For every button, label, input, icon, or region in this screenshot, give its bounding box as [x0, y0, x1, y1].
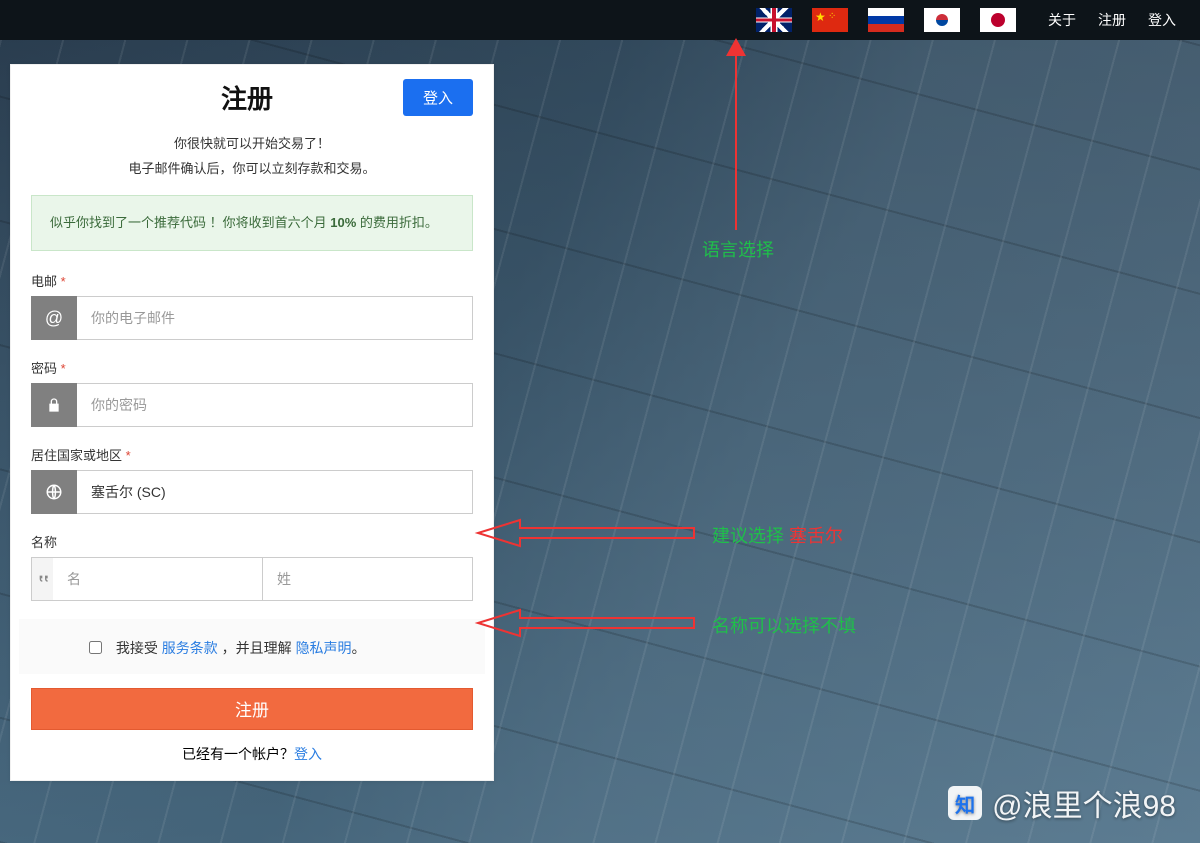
flag-jp[interactable]	[980, 8, 1016, 32]
name-field: 名称	[31, 532, 473, 601]
email-input[interactable]	[77, 296, 473, 340]
topbar: 关于 注册 登入	[0, 0, 1200, 40]
login-button-top[interactable]: 登入	[403, 79, 473, 116]
name-label: 名称	[31, 532, 473, 551]
country-label: 居住国家或地区	[31, 448, 122, 463]
privacy-link[interactable]: 隐私声明	[296, 640, 352, 656]
watermark: 知 @浪里个浪98	[948, 781, 1176, 825]
lastname-input[interactable]	[263, 557, 473, 601]
nav-register[interactable]: 注册	[1098, 10, 1126, 30]
password-label: 密码	[31, 361, 57, 376]
lock-icon	[31, 383, 77, 427]
watermark-text: @浪里个浪98	[992, 781, 1176, 825]
already-login-link[interactable]: 登入	[294, 746, 322, 762]
flag-kr[interactable]	[924, 8, 960, 32]
intro-line2: 电子邮件确认后，你可以立刻存款和交易。	[11, 157, 493, 182]
submit-button[interactable]: 注册	[31, 688, 473, 730]
intro-line1: 你很快就可以开始交易了！	[11, 132, 493, 157]
nav-about[interactable]: 关于	[1048, 10, 1076, 30]
annotation-arrow-name	[478, 608, 698, 638]
card-title: 注册	[31, 79, 403, 116]
terms-box: 我接受 服务条款 ，并且理解 隐私声明。	[19, 619, 485, 673]
annotation-name-optional: 名称可以选择不填	[712, 612, 856, 638]
annotation-arrow-up	[735, 40, 737, 230]
language-flags	[756, 8, 1016, 32]
country-field: 居住国家或地区 *	[31, 445, 473, 514]
flag-uk[interactable]	[756, 8, 792, 32]
at-icon: @	[31, 296, 77, 340]
annotation-arrow-country	[478, 518, 698, 548]
intro-text: 你很快就可以开始交易了！ 电子邮件确认后，你可以立刻存款和交易。	[11, 126, 493, 195]
quote-icon	[31, 557, 53, 601]
nav-login[interactable]: 登入	[1148, 10, 1176, 30]
terms-checkbox[interactable]	[89, 641, 102, 654]
annotation-language: 语言选择	[702, 236, 774, 262]
email-field: 电邮 * @	[31, 271, 473, 340]
email-label: 电邮	[31, 274, 57, 289]
already-have-account: 已经有一个帐户？登入	[11, 730, 493, 768]
country-input[interactable]	[77, 470, 473, 514]
password-input[interactable]	[77, 383, 473, 427]
promo-banner: 似乎你找到了一个推荐代码 ！你将收到首六个月 10% 的费用折扣。	[31, 195, 473, 251]
zhihu-logo-icon: 知	[948, 786, 982, 820]
register-card: 注册 登入 你很快就可以开始交易了！ 电子邮件确认后，你可以立刻存款和交易。 似…	[10, 64, 494, 781]
globe-icon	[31, 470, 77, 514]
flag-cn[interactable]	[812, 8, 848, 32]
terms-link[interactable]: 服务条款	[162, 640, 218, 656]
flag-ru[interactable]	[868, 8, 904, 32]
annotation-suggest: 建议选择 塞舌尔	[712, 522, 843, 548]
password-field: 密码 *	[31, 358, 473, 427]
firstname-input[interactable]	[53, 557, 263, 601]
